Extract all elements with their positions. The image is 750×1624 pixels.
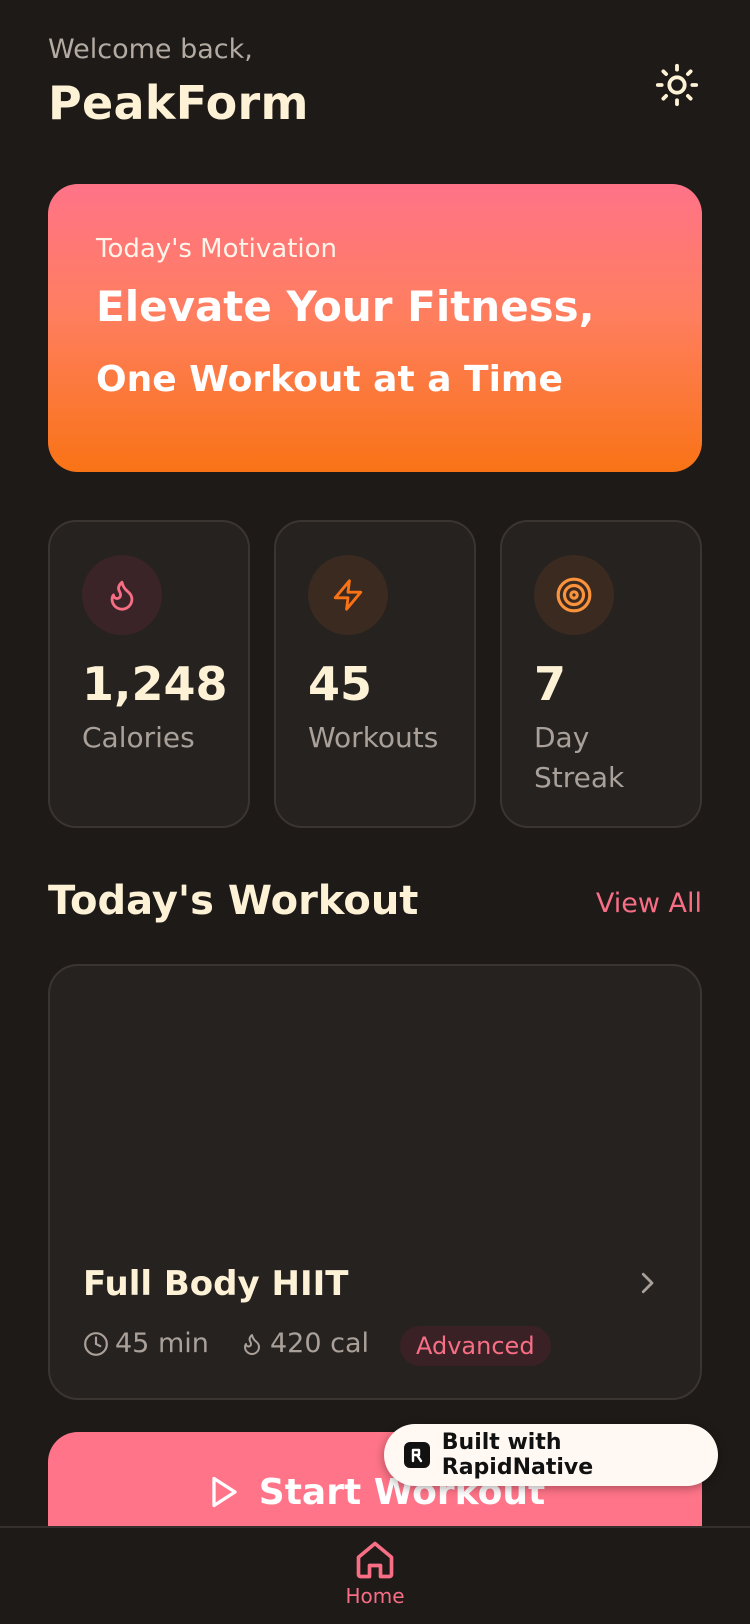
lightning-icon — [333, 579, 363, 611]
stat-value: 1,248 — [82, 657, 228, 711]
nav-home-label: Home — [345, 1584, 405, 1608]
clock-icon — [84, 1331, 108, 1356]
stat-value: 45 — [308, 657, 373, 711]
bottom-nav: Home — [0, 1526, 750, 1624]
play-icon — [212, 1476, 237, 1508]
stat-card-calories: 1,248 Calories — [48, 520, 250, 828]
difficulty-badge: Advanced — [400, 1326, 551, 1366]
flame-icon — [110, 580, 134, 611]
stat-label: Calories — [82, 721, 195, 754]
chevron-right-icon — [641, 1272, 654, 1294]
duration-text: 45 min — [115, 1328, 209, 1359]
app-title: PeakForm — [48, 76, 309, 130]
rapidnative-logo-icon — [404, 1442, 430, 1468]
motivation-eyebrow: Today's Motivation — [96, 234, 338, 264]
flame-icon — [244, 1333, 260, 1355]
motivation-card: Today's Motivation Elevate Your Fitness,… — [48, 184, 702, 472]
stat-value: 7 — [534, 657, 567, 711]
workout-card[interactable]: Full Body HIIT 45 min 420 cal Advanced — [48, 964, 702, 1400]
sun-icon — [655, 63, 699, 107]
built-with-label: Built with RapidNative — [441, 1430, 594, 1480]
nav-item-home[interactable]: Home — [335, 1538, 415, 1624]
motivation-headline: Elevate Your Fitness, — [96, 282, 595, 331]
stat-label: Workouts — [308, 721, 439, 754]
workout-name: Full Body HIIT — [83, 1264, 349, 1304]
target-icon — [556, 577, 592, 613]
stat-card-workouts: 45 Workouts — [274, 520, 476, 828]
workout-calories: 420 cal — [240, 1328, 369, 1359]
stat-label: Day Streak — [534, 721, 625, 794]
view-all-link[interactable]: View All — [596, 888, 702, 919]
welcome-text: Welcome back, — [48, 34, 253, 65]
stat-icon-badge — [308, 555, 388, 635]
stat-card-streak: 7 Day Streak — [500, 520, 702, 828]
section-title: Today's Workout — [48, 878, 419, 924]
home-icon — [356, 1541, 394, 1579]
workout-duration: 45 min — [83, 1328, 209, 1359]
motivation-subheadline: One Workout at a Time — [96, 359, 563, 400]
built-with-badge[interactable]: Built with RapidNative — [384, 1424, 718, 1486]
calories-text: 420 cal — [270, 1328, 370, 1359]
home-screen: Welcome back, PeakForm Today's Motivatio… — [0, 0, 750, 1624]
theme-toggle-button[interactable] — [652, 60, 702, 110]
stat-icon-badge — [534, 555, 614, 635]
stat-icon-badge — [82, 555, 162, 635]
